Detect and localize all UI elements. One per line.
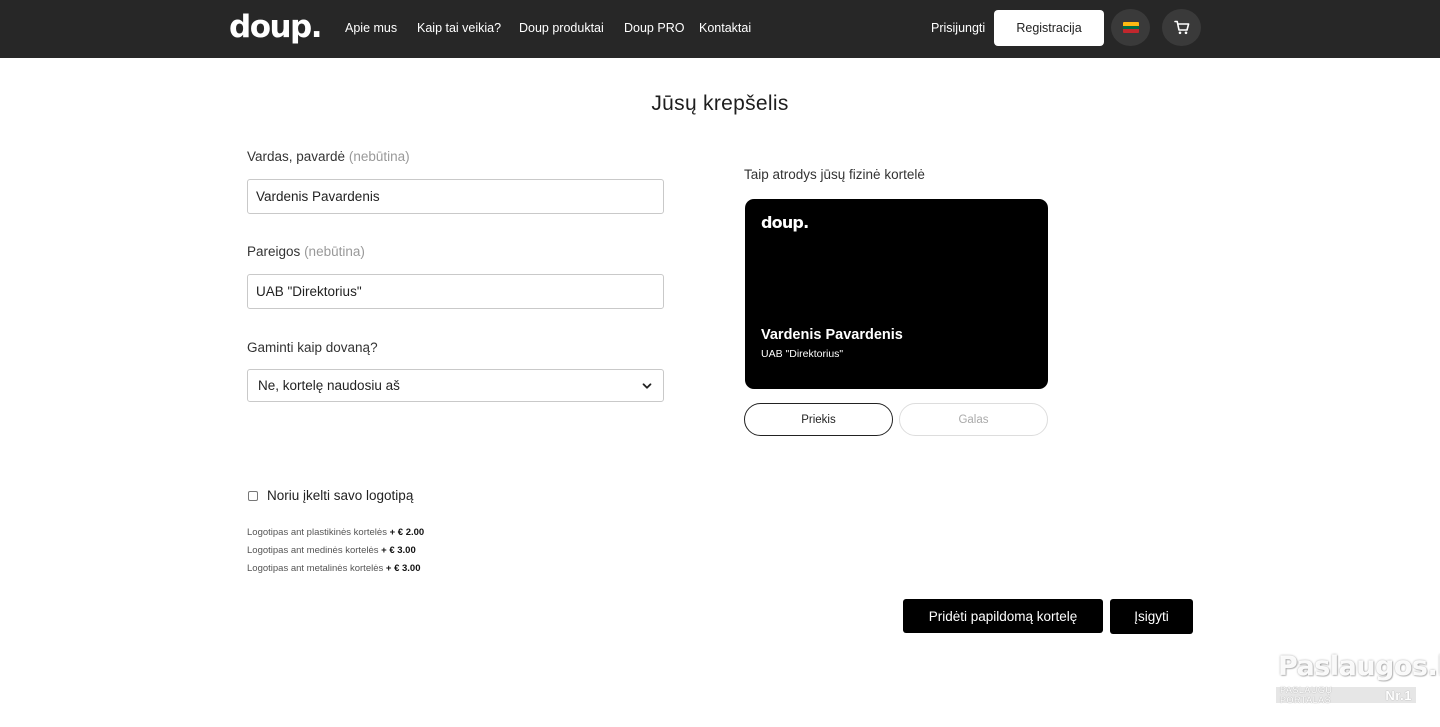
watermark-subtitle-bar: PASLAUGŲ PORTALAS Nr.1 [1276, 685, 1416, 705]
watermark-badge: Nr.1 [1385, 687, 1412, 703]
card-front-button[interactable]: Priekis [744, 403, 893, 436]
position-input[interactable] [247, 274, 664, 309]
logo-price-wood-amount: + € 3.00 [381, 545, 416, 556]
logo-price-metal-text: Logotipas ant metalinės kortelės [247, 563, 384, 574]
card-preview: doup. Vardenis Pavardenis UAB "Direktori… [745, 199, 1048, 389]
buy-button[interactable]: Įsigyti [1110, 599, 1193, 634]
nav-link-kontaktai[interactable]: Kontaktai [699, 20, 751, 36]
logo-checkbox-label[interactable]: Noriu įkelti savo logotipą [267, 488, 413, 503]
nav-link-doup-pro[interactable]: Doup PRO [624, 20, 684, 36]
card-back-button[interactable]: Galas [899, 403, 1048, 436]
card-logo: doup. [761, 213, 809, 232]
card-holder-company: UAB "Direktorius" [761, 348, 844, 360]
page-title: Jūsų krepšelis [651, 92, 789, 115]
watermark-subtitle: PASLAUGŲ PORTALAS [1280, 685, 1333, 705]
nav-link-doup-produktai[interactable]: Doup produktai [519, 20, 604, 36]
name-label: Vardas, pavardė (nebūtina) [247, 149, 410, 164]
name-input[interactable] [247, 179, 664, 214]
logo-price-wood-text: Logotipas ant medinės kortelės [247, 545, 379, 556]
position-label-text: Pareigos [247, 244, 301, 259]
gift-label: Gaminti kaip dovaną? [247, 340, 378, 355]
add-extra-card-button[interactable]: Pridėti papildomą kortelę [903, 599, 1103, 633]
logo-price-metal: Logotipas ant metalinės kortelės + € 3.0… [247, 563, 421, 574]
language-switcher-button[interactable] [1111, 9, 1150, 46]
logo-price-plastic-amount: + € 2.00 [389, 527, 425, 538]
login-link[interactable]: Prisijungti [931, 20, 985, 36]
position-optional-note: (nebūtina) [304, 244, 365, 259]
lithuania-flag-icon [1122, 22, 1139, 33]
logo-price-plastic-text: Logotipas ant plastikinės kortelės [247, 527, 387, 538]
paslaugos-watermark: Paslaugos.lt PASLAUGŲ PORTALAS Nr.1 [1276, 651, 1440, 705]
position-label: Pareigos (nebūtina) [247, 244, 365, 259]
card-preview-label: Taip atrodys jūsų fizinė kortelė [744, 167, 925, 182]
top-navigation-bar: doup. Apie mus Kaip tai veikia? Doup pro… [0, 0, 1440, 58]
card-holder-name: Vardenis Pavardenis [761, 327, 903, 343]
watermark-title: Paslaugos.lt [1278, 651, 1440, 682]
logo-price-plastic: Logotipas ant plastikinės kortelės + € 2… [247, 527, 424, 538]
register-button[interactable]: Registracija [994, 10, 1104, 46]
nav-link-apie-mus[interactable]: Apie mus [345, 20, 397, 36]
chevron-down-icon [642, 382, 652, 389]
cart-icon [1173, 20, 1189, 35]
gift-select-value: Ne, kortelę naudosiu aš [258, 378, 400, 393]
logo-checkbox-row: Noriu įkelti savo logotipą [248, 488, 413, 503]
name-label-text: Vardas, pavardė [247, 149, 346, 164]
nav-link-kaip-tai-veikia[interactable]: Kaip tai veikia? [417, 20, 501, 36]
logo-checkbox[interactable] [248, 490, 258, 501]
name-optional-note: (nebūtina) [348, 149, 410, 164]
cart-button[interactable] [1162, 9, 1201, 46]
logo-price-wood: Logotipas ant medinės kortelės + € 3.00 [247, 545, 416, 556]
gift-select[interactable]: Ne, kortelę naudosiu aš [247, 369, 664, 402]
logo-price-metal-amount: + € 3.00 [385, 563, 421, 574]
doup-logo[interactable]: doup. [229, 8, 323, 46]
